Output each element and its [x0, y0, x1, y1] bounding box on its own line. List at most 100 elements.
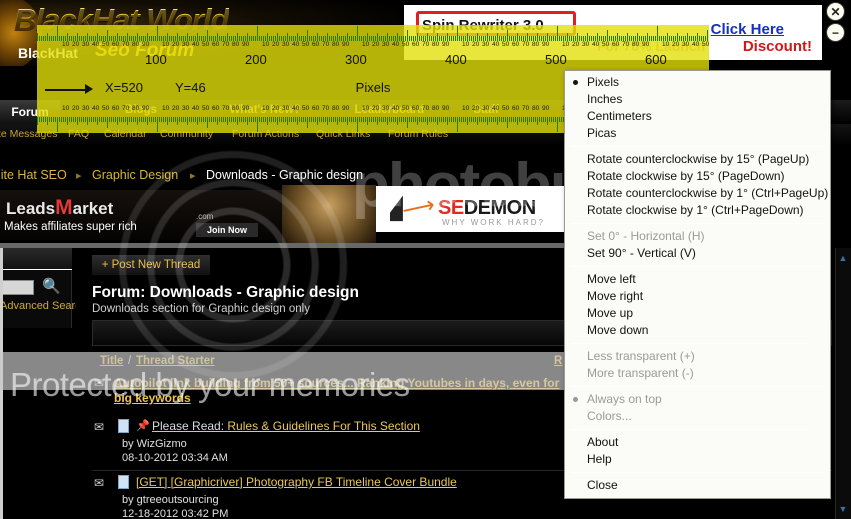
menu-item-label: Colors...	[587, 409, 632, 423]
ruler-minor-label: 20	[72, 105, 80, 112]
ruler-tick	[357, 26, 358, 41]
ruler-tick	[327, 33, 328, 41]
ruler-minor-label: 40	[192, 41, 200, 48]
ruler-tick	[475, 117, 476, 122]
menu-item-centimeters[interactable]: Centimeters	[565, 108, 830, 125]
menu-item-move-left[interactable]: Move left	[565, 271, 830, 288]
scroll-down-arrow-icon[interactable]: ▼	[837, 503, 849, 515]
ruler-tick	[327, 117, 328, 125]
ruler-tick	[527, 33, 528, 41]
breadcrumb-item-0[interactable]: White Hat SEO	[0, 168, 67, 182]
menu-item-about[interactable]: About	[565, 434, 830, 451]
ruler-tick	[377, 117, 378, 125]
ruler-tick	[77, 117, 78, 125]
ruler-tick	[283, 117, 284, 122]
ruler-tick	[515, 117, 516, 122]
ad-click-here-link[interactable]: Click Here	[711, 21, 784, 38]
close-icon[interactable]: ✕	[826, 2, 845, 21]
ruler-tick	[397, 33, 398, 41]
ruler-tick	[85, 117, 86, 122]
menu-item-move-right[interactable]: Move right	[565, 288, 830, 305]
menu-item-help[interactable]: Help	[565, 451, 830, 468]
ad-sedemon[interactable]: 🭄 ⟶ SEDEMON WHY WORK HARD?	[376, 186, 566, 232]
ruler-tick	[387, 33, 388, 41]
thread-title-link[interactable]: Please Read: Rules & Guidelines For This…	[152, 419, 420, 433]
menu-separator	[571, 472, 824, 473]
ruler-tick	[171, 117, 172, 122]
thread-prefix: Please Read:	[152, 419, 225, 433]
post-new-thread-button[interactable]: + Post New Thread	[92, 255, 210, 275]
ruler-tick	[339, 117, 340, 122]
ruler-tick	[507, 30, 508, 41]
ruler-tick	[411, 117, 412, 122]
ruler-minor-label: 70	[622, 41, 630, 48]
menu-item-rotate-counterclockwise-by-1-ctrl-pageup[interactable]: Rotate counterclockwise by 1° (Ctrl+Page…	[565, 185, 830, 202]
ruler-minor-label: 50	[202, 41, 210, 48]
left-sidebar: 🔍 Advanced Search	[0, 248, 87, 383]
ruler-tick	[549, 117, 550, 122]
column-header-thread-starter[interactable]: Thread Starter	[136, 355, 215, 367]
ad-join-now-button[interactable]: Join Now	[196, 223, 258, 237]
ruler-tick	[391, 117, 392, 122]
ruler-tick	[259, 117, 260, 122]
ruler-tick	[177, 33, 178, 41]
menu-item-label: Less transparent (+)	[587, 349, 695, 363]
ruler-tick	[103, 117, 104, 122]
breadcrumb-item-1[interactable]: Graphic Design	[92, 168, 178, 182]
ruler-tick	[317, 33, 318, 41]
ruler-tick	[535, 117, 536, 122]
menu-item-rotate-clockwise-by-15-pagedown[interactable]: Rotate clockwise by 15° (PageDown)	[565, 168, 830, 185]
ruler-tick	[291, 117, 292, 122]
vertical-scrollbar[interactable]: ▲ ▼	[835, 248, 851, 519]
menu-item-close[interactable]: Close	[565, 477, 830, 494]
menu-item-rotate-counterclockwise-by-15-pageup[interactable]: Rotate counterclockwise by 15° (PageUp)	[565, 151, 830, 168]
menu-item-inches[interactable]: Inches	[565, 91, 830, 108]
ruler-tick	[479, 117, 480, 122]
ruler-tick	[465, 117, 466, 122]
ruler-tick	[405, 117, 406, 122]
ruler-tick	[59, 117, 60, 122]
scroll-up-arrow-icon[interactable]: ▲	[837, 252, 849, 264]
ruler-minor-label: 20	[572, 41, 580, 48]
ruler-tick	[295, 117, 296, 122]
ruler-tick	[495, 117, 496, 122]
menu-item-set-90-vertical-v[interactable]: Set 90° - Vertical (V)	[565, 245, 830, 262]
ruler-minor-label: 50	[402, 105, 410, 112]
menu-item-move-down[interactable]: Move down	[565, 322, 830, 339]
ruler-tick	[261, 117, 262, 122]
menu-item-rotate-clockwise-by-1-ctrl-pagedown[interactable]: Rotate clockwise by 1° (Ctrl+PageDown)	[565, 202, 830, 219]
ruler-minor-label: 30	[382, 41, 390, 48]
column-header-title[interactable]: Title	[100, 355, 123, 367]
menu-item-move-up[interactable]: Move up	[565, 305, 830, 322]
ruler-tick	[329, 117, 330, 122]
advanced-search-link[interactable]: Advanced Search	[0, 300, 87, 312]
minimize-icon[interactable]: −	[826, 23, 845, 42]
menu-item-picas[interactable]: Picas	[565, 125, 830, 142]
ruler-tick	[385, 117, 386, 122]
search-icon[interactable]: 🔍	[42, 278, 61, 296]
ruler-tick	[107, 117, 108, 128]
menu-item-label: Picas	[587, 126, 617, 140]
ruler-minor-label: 30	[282, 41, 290, 48]
menu-item-label: Rotate clockwise by 1° (Ctrl+PageDown)	[587, 203, 804, 217]
thread-title-text[interactable]: Rules & Guidelines For This Section	[227, 419, 420, 433]
menu-item-pixels[interactable]: Pixels	[565, 74, 830, 91]
ruler-tick	[53, 117, 54, 122]
ruler-tick	[407, 117, 408, 128]
ruler-tick	[481, 117, 482, 122]
search-input[interactable]	[0, 280, 34, 295]
column-header-replies[interactable]: R	[554, 355, 562, 367]
ruler-tick	[123, 117, 124, 122]
ruler-tick	[55, 117, 56, 122]
ruler-tick	[155, 117, 156, 122]
ruler-minor-label: 80	[532, 105, 540, 112]
ruler-major-label: 500	[545, 52, 567, 67]
document-icon	[118, 475, 129, 489]
announcement-link[interactable]: Autopilot link building from 50+ sources…	[114, 376, 574, 406]
ruler-context-menu[interactable]: Pixels Inches Centimeters Picas Rotate count…	[564, 70, 831, 499]
ad-money-image[interactable]	[282, 185, 376, 243]
ruler-tick	[163, 117, 164, 122]
ruler-tick	[141, 117, 142, 122]
ruler-minor-label: 50	[102, 41, 110, 48]
thread-title-link[interactable]: [GET] [Graphicriver] Photography FB Time…	[136, 475, 457, 489]
